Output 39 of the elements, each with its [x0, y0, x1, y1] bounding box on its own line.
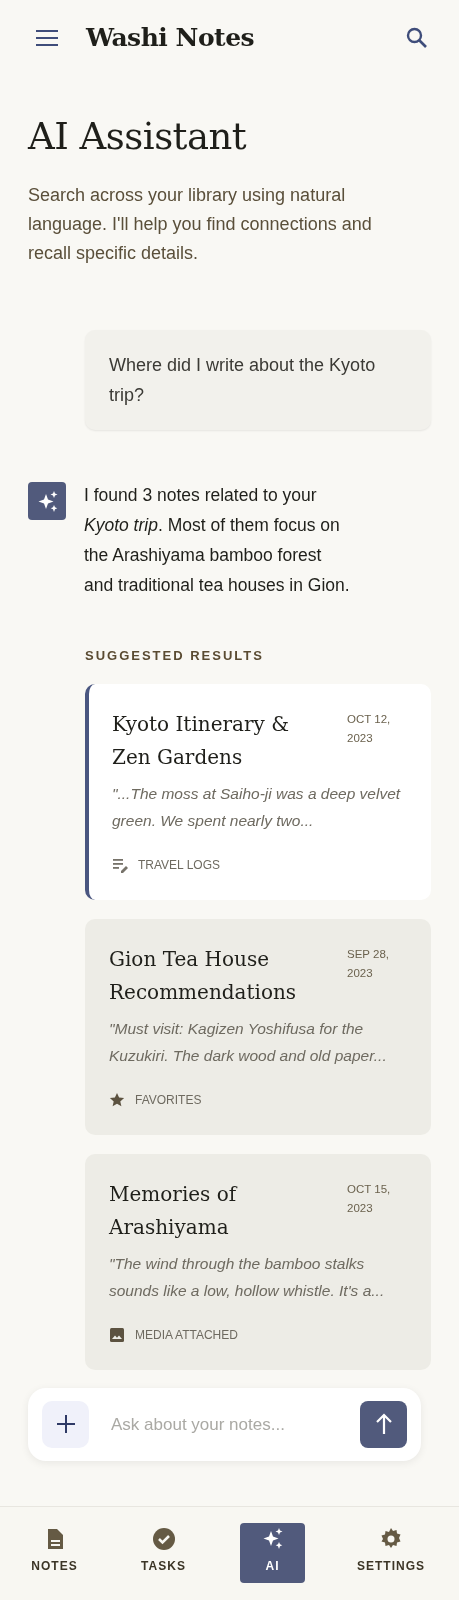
- card-excerpt: "Must visit: Kagizen Yoshifusa for the Kuzukiri. The dark wood and old paper...: [109, 1018, 388, 1066]
- sparkle-icon: [36, 490, 58, 513]
- check-circle-icon: [151, 1527, 176, 1551]
- card-date: OCT 15, 2023: [347, 1181, 392, 1216]
- menu-button[interactable]: [36, 29, 58, 46]
- search-button[interactable]: [405, 25, 429, 50]
- send-button[interactable]: [360, 1400, 407, 1448]
- nav-tab[interactable]: AI: [240, 1523, 305, 1583]
- search-icon: [405, 25, 429, 50]
- section-label: SUGGESTED RESULTS: [85, 647, 265, 666]
- user-message: Where did I write about the Kyoto trip?: [85, 330, 431, 431]
- menu-icon: [36, 29, 58, 46]
- app-title: Washi Notes: [86, 21, 255, 54]
- result-card[interactable]: Memories of Arashiyama OCT 15, 2023 "The wind through the bamboo stalks sounds like a low, hollow whistle. It's a... MEDIA ATTACHED: [85, 1153, 431, 1370]
- edit-notes-icon: [112, 856, 128, 873]
- plus-icon: [56, 1415, 75, 1434]
- star-icon: [109, 1091, 125, 1108]
- result-card[interactable]: Gion Tea House Recommendations SEP 28, 2023 "Must visit: Kagizen Yoshifusa for the Kuzukiri. The dark wood and old paper... FAVORITES: [85, 918, 431, 1135]
- card-title: Kyoto Itinerary & Zen Gardens: [112, 710, 290, 771]
- nav-tab[interactable]: TASKS: [131, 1523, 196, 1583]
- card-date: SEP 28, 2023: [347, 946, 390, 981]
- add-button[interactable]: [42, 1400, 89, 1448]
- card-tag: FAVORITES: [135, 1090, 202, 1109]
- card-excerpt: "The wind through the bamboo stalks sounds like a low, hollow whistle. It's a...: [109, 1253, 386, 1301]
- card-title: Gion Tea House Recommendations: [109, 945, 298, 1006]
- nav-tab[interactable]: NOTES: [22, 1523, 87, 1583]
- arrow-up-icon: [374, 1413, 393, 1436]
- card-title: Memories of Arashiyama: [109, 1180, 239, 1241]
- card-date: OCT 12, 2023: [347, 711, 392, 746]
- result-card[interactable]: Kyoto Itinerary & Zen Gardens OCT 12, 2023 "...The moss at Saiho-ji was a deep velvet green. We spent nearly two... TRAVEL LOGS: [85, 683, 431, 900]
- page-description: Search across your library using natural language. I'll help you find connections and recall specific details.: [28, 184, 373, 266]
- message-field[interactable]: Ask about your notes...: [109, 1410, 340, 1439]
- card-tag: TRAVEL LOGS: [138, 855, 221, 874]
- card-excerpt: "...The moss at Saiho-ji was a deep velvet green. We spent nearly two...: [112, 783, 402, 831]
- nav-tab[interactable]: SETTINGS: [349, 1523, 433, 1583]
- assistant-message: I found 3 notes related to your Kyoto trip. Most of them focus on the Arashiyama bamboo forest and traditional tea houses in Gion.: [84, 484, 351, 598]
- page-title: AI Assistant: [28, 115, 248, 160]
- image-icon: [109, 1326, 125, 1343]
- card-tag: MEDIA ATTACHED: [135, 1325, 238, 1344]
